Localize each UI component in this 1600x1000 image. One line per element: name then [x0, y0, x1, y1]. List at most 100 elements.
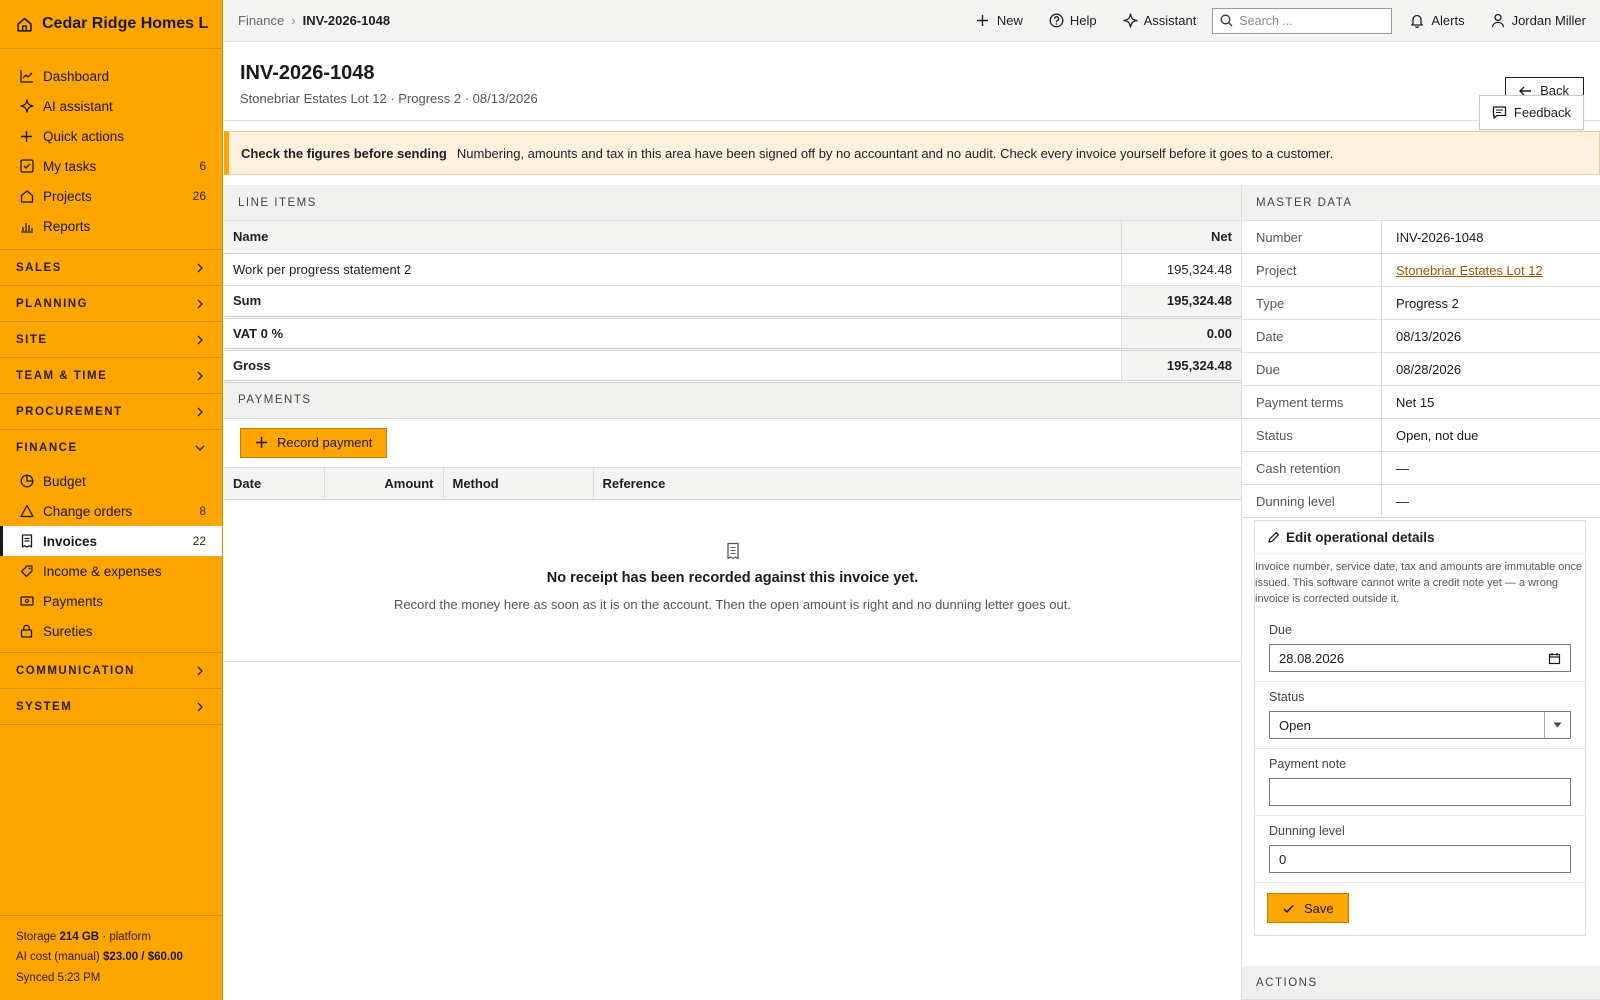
save-label: Save [1304, 900, 1334, 916]
chevron-right-icon [194, 665, 206, 677]
due-label: Due [1269, 623, 1292, 637]
user-menu[interactable]: Jordan Miller [1491, 13, 1586, 28]
brand-name: Cedar Ridge Homes L... [42, 15, 208, 32]
master-row-due: Due 08/28/2026 [1242, 353, 1600, 386]
sidebar-finance-group: FINANCE Budget Change orders 8 Invoices … [0, 430, 222, 653]
line-items-table: Name Net Work per progress statement 2 1… [224, 221, 1241, 383]
sum-value: 195,324.48 [1120, 285, 1241, 319]
edit-panel-note: Invoice number, service date, tax and am… [1255, 561, 1583, 605]
pie-chart-icon [19, 474, 34, 489]
home-icon [16, 15, 33, 33]
sidebar-section-team-time[interactable]: TEAM & TIME [0, 358, 222, 394]
column-header-name: Name [224, 221, 1121, 254]
master-value: 08/28/2026 [1396, 361, 1462, 377]
gross-row: Gross 195,324.48 [224, 349, 1241, 383]
chart-line-icon [19, 69, 34, 84]
payments-empty-state: No receipt has been recorded against thi… [224, 500, 1241, 660]
sidebar-item-ai-assistant[interactable]: AI assistant [0, 91, 222, 121]
sidebar-section-sales[interactable]: SALES [0, 250, 222, 286]
master-value: — [1396, 493, 1409, 509]
storage-value: 214 GB [59, 930, 100, 943]
project-link[interactable]: Stonebriar Estates Lot 12 [1396, 263, 1543, 278]
sidebar-item-label: Quick actions [43, 128, 125, 144]
sidebar-section-site[interactable]: SITE [0, 322, 222, 358]
master-row-type: Type Progress 2 [1242, 287, 1600, 320]
edit-operational-details: Edit operational details Invoice number,… [1254, 520, 1586, 936]
brand[interactable]: Cedar Ridge Homes L... [0, 0, 222, 49]
edit-panel-title-row[interactable]: Edit operational details [1255, 521, 1585, 554]
due-field: Due 28.08.2026 [1255, 615, 1585, 682]
help-circle-icon [1049, 13, 1064, 28]
sidebar-item-income-expenses[interactable]: Income & expenses [0, 556, 222, 586]
sidebar-item-my-tasks[interactable]: My tasks 6 [0, 151, 222, 181]
master-data-panel: MASTER DATA Number INV-2026-1048 Project… [1241, 185, 1600, 1000]
due-date-input[interactable]: 28.08.2026 [1269, 644, 1571, 672]
nav-top: Dashboard AI assistant Quick actions My … [0, 49, 222, 250]
caret-down-icon [1544, 712, 1570, 738]
sidebar-item-count: 8 [199, 504, 206, 518]
master-key: Payment terms [1242, 386, 1382, 418]
storage-info: Storage 214 GB · platform [16, 927, 206, 948]
breadcrumb-finance[interactable]: Finance [238, 13, 284, 28]
sidebar-section-planning[interactable]: PLANNING [0, 286, 222, 322]
ai-cost-label: AI cost (manual) [16, 951, 100, 963]
sidebar-item-label: AI assistant [43, 98, 113, 114]
triangle-icon [19, 504, 34, 519]
warning-text: Numbering, amounts and tax in this area … [456, 145, 1334, 161]
search-input[interactable] [1239, 13, 1390, 28]
sidebar-section-system[interactable]: SYSTEM [0, 689, 222, 725]
master-key: Status [1242, 419, 1382, 451]
plus-icon [255, 436, 268, 449]
sidebar-item-sureties[interactable]: Sureties [0, 616, 222, 646]
sidebar-item-quick-actions[interactable]: Quick actions [0, 121, 222, 151]
dunning-level-input[interactable]: 0 [1269, 845, 1571, 873]
sidebar-item-label: Change orders [43, 503, 133, 519]
record-payment-button[interactable]: Record payment [240, 427, 388, 458]
sidebar-item-dashboard[interactable]: Dashboard [0, 61, 222, 91]
feedback-button[interactable]: Feedback [1478, 95, 1584, 130]
chevron-right-icon [194, 406, 206, 418]
column-header-reference: Reference [593, 467, 1241, 500]
column-header-date: Date [224, 467, 325, 500]
search-box[interactable] [1212, 7, 1393, 34]
table-header-row: Name Net [224, 221, 1241, 254]
receipt-icon [19, 534, 34, 549]
assistant-button[interactable]: Assistant [1123, 13, 1196, 28]
master-value-wrap: Stonebriar Estates Lot 12 [1382, 254, 1600, 286]
status-select-value: Open [1279, 717, 1311, 733]
sidebar-item-change-orders[interactable]: Change orders 8 [0, 496, 222, 526]
master-key: Dunning level [1242, 485, 1382, 517]
gross-label: Gross [224, 349, 1121, 383]
sidebar-item-reports[interactable]: Reports [0, 211, 222, 241]
checkbox-icon [19, 159, 34, 174]
warning-banner: Check the figures before sending Numberi… [224, 131, 1600, 175]
feedback-label: Feedback [1513, 105, 1571, 120]
calendar-icon[interactable] [1548, 652, 1561, 665]
sidebar-item-budget[interactable]: Budget [0, 466, 222, 496]
sidebar-section-finance[interactable]: FINANCE [0, 430, 222, 466]
save-button[interactable]: Save [1267, 893, 1349, 923]
sidebar-item-invoices[interactable]: Invoices 22 [0, 526, 222, 556]
sum-row: Sum 195,324.48 [224, 285, 1241, 319]
line-items-heading: LINE ITEMS [224, 185, 1241, 221]
column-header-method: Method [443, 467, 594, 500]
sidebar-item-projects[interactable]: Projects 26 [0, 181, 222, 211]
sparkle-icon [19, 99, 34, 114]
payment-note-input[interactable] [1269, 778, 1571, 806]
topbar: Finance › INV-2026-1048 New Help Assista… [224, 0, 1600, 42]
storage-label: Storage [16, 930, 57, 943]
sidebar-item-label: My tasks [43, 158, 97, 174]
table-header-row: Date Amount Method Reference [224, 467, 1241, 500]
sidebar-section-communication[interactable]: COMMUNICATION [0, 653, 222, 689]
master-data-heading: MASTER DATA [1242, 185, 1600, 221]
new-button[interactable]: New [976, 13, 1023, 28]
sidebar-section-procurement[interactable]: PROCUREMENT [0, 394, 222, 430]
sidebar-item-payments[interactable]: Payments [0, 586, 222, 616]
status-label: Status [1269, 690, 1305, 704]
alerts-button[interactable]: Alerts [1410, 13, 1465, 28]
help-button[interactable]: Help [1049, 13, 1097, 28]
master-row-dunning-level: Dunning level — [1242, 485, 1600, 518]
status-select[interactable]: Open [1269, 711, 1571, 739]
search-icon [1220, 14, 1233, 27]
chevron-right-icon [194, 370, 206, 382]
